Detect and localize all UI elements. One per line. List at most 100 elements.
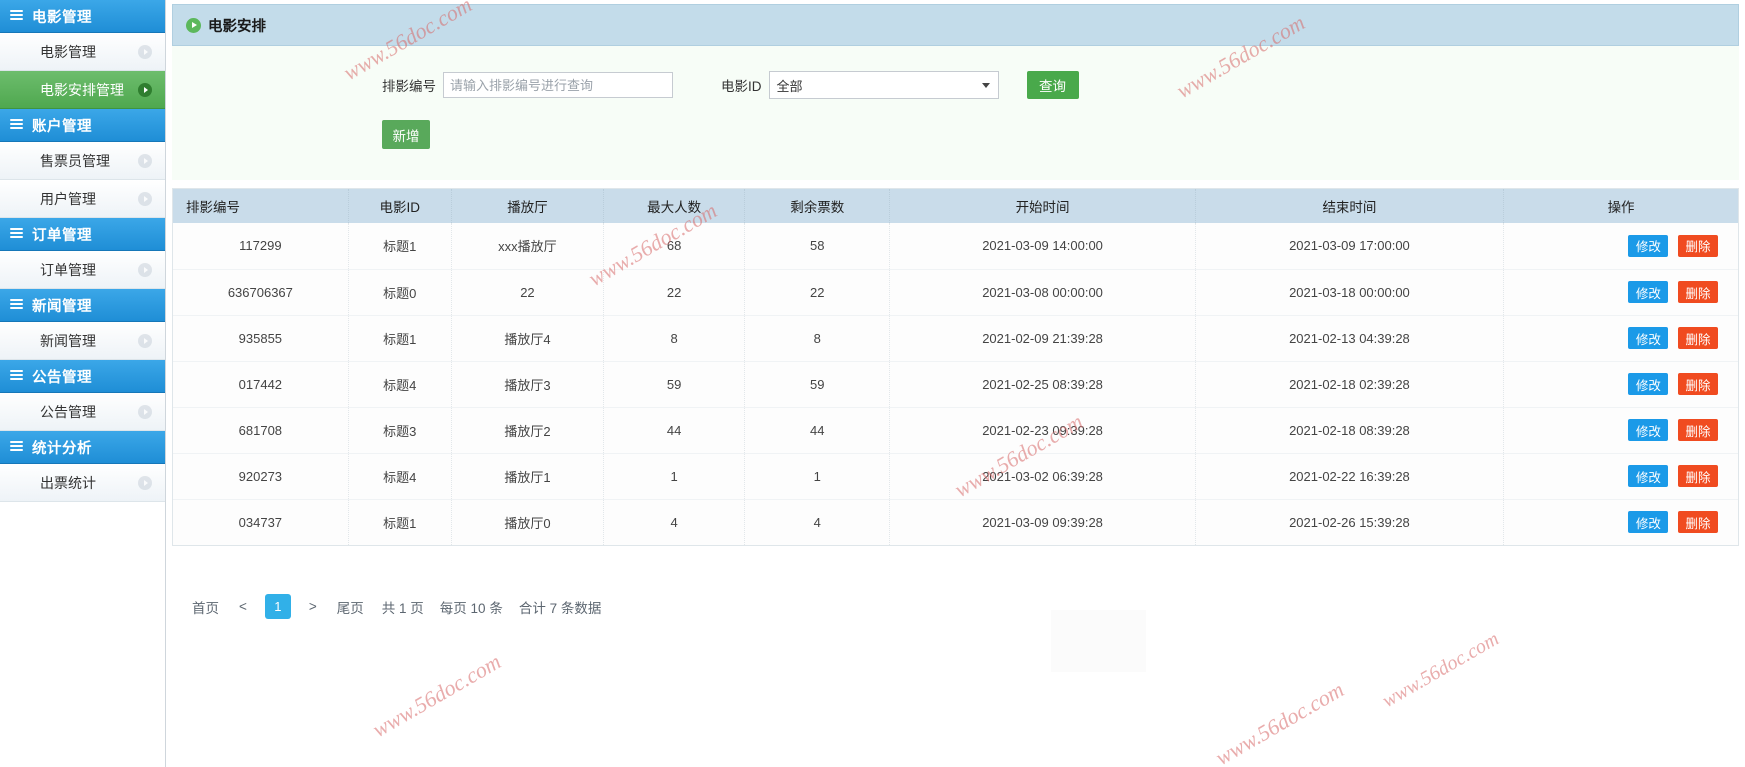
sidebar-item-ticket-seller-management[interactable]: 售票员管理 xyxy=(0,142,165,180)
sidebar-group-label: 统计分析 xyxy=(32,440,92,457)
list-icon xyxy=(10,10,23,22)
column-header-movie-id: 电影ID xyxy=(348,189,452,223)
cell-operations: 修改 删除 xyxy=(1503,269,1738,316)
sidebar-item-user-management[interactable]: 用户管理 xyxy=(0,180,165,218)
sidebar-group-label: 电影管理 xyxy=(32,9,92,26)
edit-button[interactable]: 修改 xyxy=(1628,327,1669,349)
cell-end-time: 2021-02-18 02:39:28 xyxy=(1195,361,1505,408)
pagination-page-1[interactable]: 1 xyxy=(264,594,291,619)
edit-button[interactable]: 修改 xyxy=(1628,419,1669,441)
list-icon xyxy=(10,119,23,131)
cell-code: 017442 xyxy=(173,361,349,408)
edit-button[interactable]: 修改 xyxy=(1628,511,1669,534)
table-body: 117299 标题1 xxx播放厅 68 58 2021-03-09 14:00… xyxy=(173,223,1738,545)
delete-button[interactable]: 删除 xyxy=(1678,465,1718,487)
schedule-code-input[interactable] xyxy=(443,72,673,98)
cell-operations: 修改 删除 xyxy=(1503,453,1738,500)
table-row: 117299 标题1 xxx播放厅 68 58 2021-03-09 14:00… xyxy=(173,223,1738,270)
query-button[interactable]: 查询 xyxy=(1026,71,1079,99)
cell-start-time: 2021-03-02 06:39:28 xyxy=(889,453,1196,500)
delete-button[interactable]: 删除 xyxy=(1678,234,1718,257)
sidebar-group-account-management[interactable]: 账户管理 xyxy=(0,109,165,142)
column-header-start-time: 开始时间 xyxy=(889,189,1196,223)
cell-tickets-left: 59 xyxy=(744,361,891,408)
cell-max-people: 8 xyxy=(603,315,746,362)
column-header-operations: 操作 xyxy=(1503,189,1738,223)
chevron-right-icon xyxy=(138,191,152,206)
sidebar-group-label: 公告管理 xyxy=(32,369,92,386)
sidebar-group-announcement-management[interactable]: 公告管理 xyxy=(0,360,165,393)
pagination-next[interactable]: > xyxy=(299,599,327,614)
table-row: 920273 标题4 播放厅1 1 1 2021-03-02 06:39:28 … xyxy=(173,453,1738,500)
sidebar-item-label: 电影安排管理 xyxy=(40,81,124,98)
chevron-right-icon xyxy=(138,44,152,59)
cell-hall: 播放厅2 xyxy=(451,407,605,454)
edit-button[interactable]: 修改 xyxy=(1628,281,1669,303)
delete-button[interactable]: 删除 xyxy=(1678,419,1718,441)
cell-end-time: 2021-03-18 00:00:00 xyxy=(1195,269,1505,316)
page-header: 电影安排 xyxy=(172,4,1739,46)
cell-start-time: 2021-02-23 09:39:28 xyxy=(889,407,1196,454)
list-icon xyxy=(10,299,23,311)
sidebar-item-label: 用户管理 xyxy=(40,190,96,207)
sidebar-group-label: 新闻管理 xyxy=(32,298,92,315)
pagination: 首页 < 1 > 尾页 共 1 页 每页 10 条 合计 7 条数据 xyxy=(182,594,1745,619)
schedule-table: 排影编号 电影ID 播放厅 最大人数 剩余票数 开始时间 结束时间 操作 117… xyxy=(173,189,1738,545)
pagination-last[interactable]: 尾页 xyxy=(327,597,374,617)
add-button[interactable]: 新增 xyxy=(382,120,430,149)
sidebar-item-news-management[interactable]: 新闻管理 xyxy=(0,322,165,360)
delete-button[interactable]: 删除 xyxy=(1678,327,1718,349)
sidebar-item-ticket-statistics[interactable]: 出票统计 xyxy=(0,464,165,502)
app-root: 电影管理 电影管理 电影安排管理 账户管理 售票员管理 用户管理 订单管理 订单… xyxy=(0,0,1745,767)
sidebar-group-statistics[interactable]: 统计分析 xyxy=(0,431,165,464)
pagination-page-size: 每页 10 条 xyxy=(439,600,503,616)
main-content: 电影安排 排影编号 电影ID 全部 查询 新增 xyxy=(166,0,1745,767)
page-title: 电影安排 xyxy=(208,18,266,35)
cell-hall: 播放厅4 xyxy=(451,315,605,362)
cell-movie-id: 标题0 xyxy=(348,269,452,316)
edit-button[interactable]: 修改 xyxy=(1628,234,1669,257)
movie-id-select[interactable]: 全部 xyxy=(768,71,999,99)
cell-code: 034737 xyxy=(173,499,349,545)
table-header-row: 排影编号 电影ID 播放厅 最大人数 剩余票数 开始时间 结束时间 操作 xyxy=(173,189,1738,223)
delete-button[interactable]: 删除 xyxy=(1678,281,1718,303)
delete-button[interactable]: 删除 xyxy=(1678,373,1718,395)
cell-hall: 播放厅3 xyxy=(451,361,605,408)
edit-button[interactable]: 修改 xyxy=(1628,465,1669,487)
sidebar-group-movie-management[interactable]: 电影管理 xyxy=(0,0,165,33)
list-icon xyxy=(10,370,23,382)
column-header-max-people: 最大人数 xyxy=(603,189,746,223)
cell-hall: 播放厅1 xyxy=(451,453,605,500)
cell-code: 920273 xyxy=(173,453,349,500)
pagination-total-pages: 共 1 页 xyxy=(381,600,424,616)
sidebar-item-movie-management[interactable]: 电影管理 xyxy=(0,33,165,71)
sidebar-group-order-management[interactable]: 订单管理 xyxy=(0,218,165,251)
table-head: 排影编号 电影ID 播放厅 最大人数 剩余票数 开始时间 结束时间 操作 xyxy=(173,189,1738,223)
cell-start-time: 2021-03-08 00:00:00 xyxy=(889,269,1196,316)
delete-button[interactable]: 删除 xyxy=(1678,511,1718,534)
cell-tickets-left: 4 xyxy=(744,499,891,545)
column-header-tickets-left: 剩余票数 xyxy=(744,189,891,223)
cell-operations: 修改 删除 xyxy=(1503,407,1738,454)
pagination-prev[interactable]: < xyxy=(229,599,257,614)
edit-button[interactable]: 修改 xyxy=(1628,373,1669,395)
add-row: 新增 xyxy=(172,120,1739,149)
schedule-table-container: 排影编号 电影ID 播放厅 最大人数 剩余票数 开始时间 结束时间 操作 117… xyxy=(172,188,1739,546)
sidebar-item-announcement-management[interactable]: 公告管理 xyxy=(0,393,165,431)
chevron-right-icon xyxy=(138,475,152,490)
search-panel: 排影编号 电影ID 全部 查询 新增 xyxy=(172,46,1739,180)
cell-movie-id: 标题4 xyxy=(348,361,452,408)
movie-id-label: 电影ID xyxy=(721,79,762,94)
sidebar-item-label: 电影管理 xyxy=(40,43,96,60)
cell-max-people: 22 xyxy=(603,269,746,316)
sidebar-item-order-management[interactable]: 订单管理 xyxy=(0,251,165,289)
pagination-first[interactable]: 首页 xyxy=(182,597,229,617)
chevron-right-icon xyxy=(138,404,152,419)
cell-max-people: 68 xyxy=(603,223,746,270)
chevron-right-icon xyxy=(138,153,152,168)
cell-max-people: 44 xyxy=(603,407,746,454)
cell-end-time: 2021-02-13 04:39:28 xyxy=(1195,315,1505,362)
sidebar-item-movie-schedule-management[interactable]: 电影安排管理 xyxy=(0,71,165,109)
sidebar-group-news-management[interactable]: 新闻管理 xyxy=(0,289,165,322)
cell-end-time: 2021-02-26 15:39:28 xyxy=(1195,499,1505,545)
